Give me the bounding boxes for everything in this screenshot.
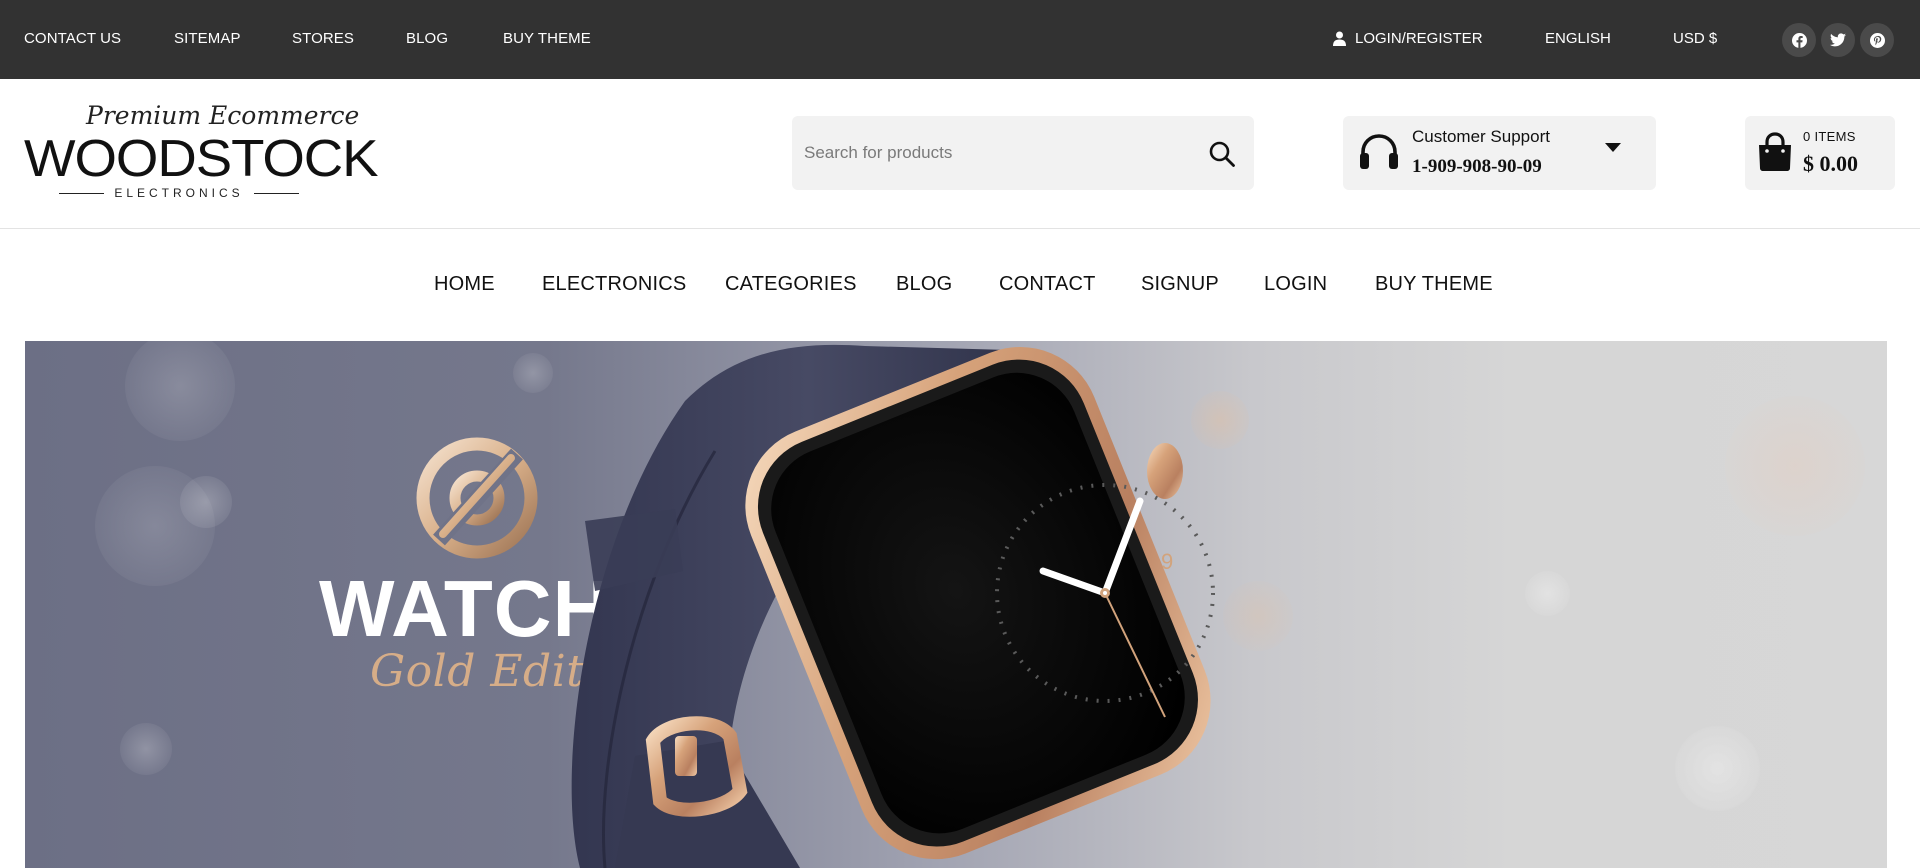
cart-item-count: 0 ITEMS: [1803, 129, 1856, 144]
nav-login[interactable]: LOGIN: [1264, 273, 1327, 296]
topbar-link-stores[interactable]: STORES: [292, 30, 354, 47]
chevron-down-icon: [1605, 143, 1621, 152]
facebook-icon: [1791, 32, 1807, 48]
logo-tagline: Premium Ecommerce: [86, 101, 360, 130]
search-input[interactable]: [804, 116, 1184, 190]
nav-contact[interactable]: CONTACT: [999, 273, 1096, 296]
bokeh-light: [1725, 396, 1865, 536]
pinterest-icon: [1869, 32, 1885, 48]
search-box: [792, 116, 1254, 190]
watch-face-number: 9: [1161, 549, 1173, 574]
bokeh-light: [180, 476, 232, 528]
nav-buy-theme[interactable]: BUY THEME: [1375, 273, 1493, 296]
login-register-link[interactable]: LOGIN/REGISTER: [1333, 30, 1483, 47]
shopping-bag-icon: [1759, 132, 1791, 171]
logo-brand: WOODSTOCK: [24, 130, 379, 188]
cart-button[interactable]: 0 ITEMS $ 0.00: [1745, 116, 1895, 190]
support-title: Customer Support: [1412, 127, 1550, 146]
watch-brand-emblem: [416, 437, 538, 559]
user-icon: [1333, 31, 1346, 46]
bokeh-light: [1525, 571, 1570, 616]
nav-home[interactable]: HOME: [434, 273, 495, 296]
bokeh-light: [513, 353, 553, 393]
smartwatch-illustration: 9: [571, 344, 1215, 868]
pinterest-button[interactable]: [1860, 23, 1894, 57]
login-register-label: LOGIN/REGISTER: [1355, 30, 1483, 47]
main-navigation: HOME ELECTRONICS CATEGORIES BLOG CONTACT…: [0, 230, 1920, 340]
nav-electronics[interactable]: ELECTRONICS: [542, 273, 686, 296]
site-logo[interactable]: Premium Ecommerce WOODSTOCK ELECTRONICS: [24, 101, 379, 201]
logo-divider: [59, 192, 105, 194]
logo-sub-text: ELECTRONICS: [114, 186, 244, 200]
twitter-icon: [1830, 33, 1846, 47]
topbar-link-blog[interactable]: BLOG: [406, 30, 448, 47]
headphones-icon: [1360, 134, 1398, 169]
site-header: Premium Ecommerce WOODSTOCK ELECTRONICS …: [0, 79, 1920, 229]
nav-blog[interactable]: BLOG: [896, 273, 952, 296]
search-icon[interactable]: [1208, 140, 1236, 168]
topbar-link-contact-us[interactable]: CONTACT US: [24, 30, 121, 47]
bokeh-light: [120, 723, 172, 775]
language-selector[interactable]: ENGLISH: [1545, 30, 1611, 47]
hero-banner[interactable]: WATCH Gold Edition 9: [25, 341, 1887, 868]
logo-subtitle: ELECTRONICS: [59, 186, 300, 200]
facebook-button[interactable]: [1782, 23, 1816, 57]
topbar-link-sitemap[interactable]: SITEMAP: [174, 30, 241, 47]
currency-selector[interactable]: USD $: [1673, 30, 1717, 47]
bokeh-light: [125, 341, 235, 441]
customer-support-dropdown[interactable]: Customer Support 1-909-908-90-09: [1343, 116, 1656, 190]
topbar-link-buy-theme[interactable]: BUY THEME: [503, 30, 591, 47]
support-phone: 1-909-908-90-09: [1412, 156, 1542, 177]
nav-categories[interactable]: CATEGORIES: [725, 273, 857, 296]
top-bar: CONTACT US SITEMAP STORES BLOG BUY THEME…: [0, 0, 1920, 79]
twitter-button[interactable]: [1821, 23, 1855, 57]
cart-total: $ 0.00: [1803, 151, 1858, 176]
nav-signup[interactable]: SIGNUP: [1141, 273, 1219, 296]
logo-divider: [253, 192, 300, 194]
bokeh-light: [1675, 726, 1760, 811]
